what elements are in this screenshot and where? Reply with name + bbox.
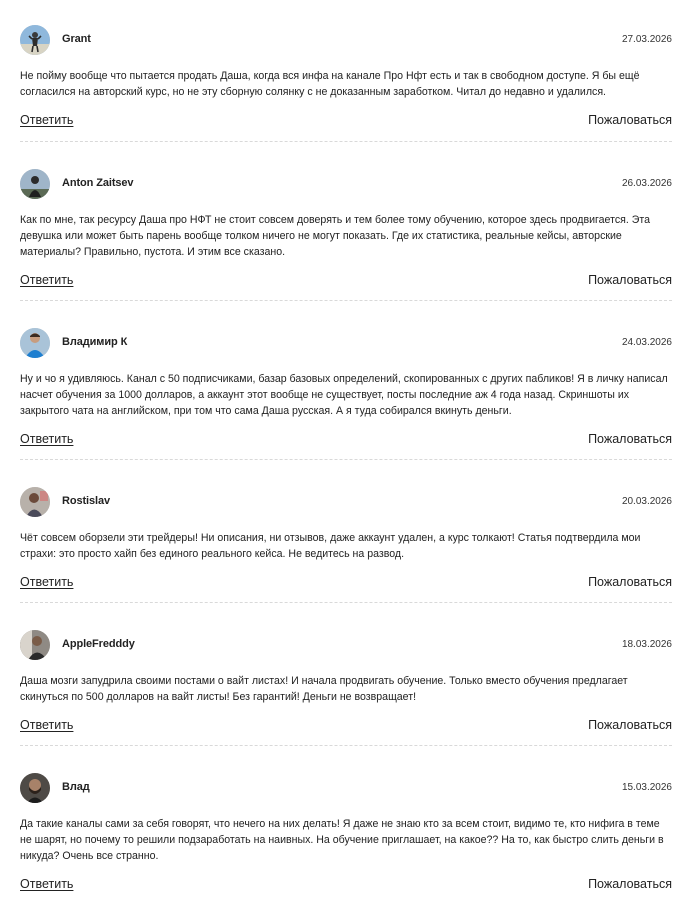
report-button[interactable]: Пожаловаться <box>588 575 672 589</box>
comment-actions: Ответить Пожаловаться <box>20 273 672 293</box>
divider <box>20 602 672 603</box>
comment-item: Влад 15.03.2026 Да такие каналы сами за … <box>20 773 672 891</box>
avatar[interactable] <box>20 328 50 358</box>
report-button[interactable]: Пожаловаться <box>588 432 672 446</box>
report-button[interactable]: Пожаловаться <box>588 273 672 287</box>
reply-button[interactable]: Ответить <box>20 575 73 589</box>
divider <box>20 459 672 460</box>
comment-header: Влад 15.03.2026 <box>20 773 672 807</box>
comment-author: Rostislav <box>62 495 111 507</box>
avatar[interactable] <box>20 487 50 517</box>
comment-text: Ну и чо я удивляюсь. Канал с 50 подписчи… <box>20 373 668 417</box>
reply-button[interactable]: Ответить <box>20 113 73 127</box>
avatar[interactable] <box>20 630 50 660</box>
reply-button[interactable]: Ответить <box>20 877 73 891</box>
divider <box>20 141 672 142</box>
divider <box>20 300 672 301</box>
comment-header: Grant 27.03.2026 <box>20 25 672 59</box>
comment-text: Как по мне, так ресурсу Даша про НФТ не … <box>20 214 650 258</box>
comment-author: Влад <box>62 781 90 793</box>
report-button[interactable]: Пожаловаться <box>588 113 672 127</box>
comment-item: Rostislav 20.03.2026 Чёт совсем оборзели… <box>20 487 672 603</box>
comment-author: Anton Zaitsev <box>62 177 134 189</box>
comment-actions: Ответить Пожаловаться <box>20 718 672 738</box>
avatar[interactable] <box>20 773 50 803</box>
user-avatar-icon <box>20 773 50 803</box>
comment-actions: Ответить Пожаловаться <box>20 432 672 452</box>
comment-actions: Ответить Пожаловаться <box>20 113 672 133</box>
user-avatar-icon <box>20 630 50 660</box>
comment-header: Владимир К 24.03.2026 <box>20 328 672 362</box>
user-avatar-icon <box>20 169 50 199</box>
comment-author: Grant <box>62 33 91 45</box>
comment-author: AppleFredddy <box>62 638 135 650</box>
comment-text: Чёт совсем оборзели эти трейдеры! Ни опи… <box>20 532 641 560</box>
reply-button[interactable]: Ответить <box>20 718 73 732</box>
comment-text: Да такие каналы сами за себя говорят, чт… <box>20 818 664 862</box>
avatar[interactable] <box>20 169 50 199</box>
comment-item: AppleFredddy 18.03.2026 Даша мозги запуд… <box>20 630 672 746</box>
comment-text: Не пойму вообще что пытается продать Даш… <box>20 70 640 98</box>
reply-button[interactable]: Ответить <box>20 273 73 287</box>
comment-item: Владимир К 24.03.2026 Ну и чо я удивляюс… <box>20 328 672 460</box>
comment-date: 27.03.2026 <box>621 34 672 45</box>
comment-date: 26.03.2026 <box>621 178 672 189</box>
comment-actions: Ответить Пожаловаться <box>20 575 672 595</box>
comment-header: AppleFredddy 18.03.2026 <box>20 630 672 664</box>
user-avatar-icon <box>20 328 50 358</box>
comment-author: Владимир К <box>62 336 128 348</box>
user-avatar-icon <box>20 487 50 517</box>
comment-item: Grant 27.03.2026 Не пойму вообще что пыт… <box>20 25 672 142</box>
comment-date: 24.03.2026 <box>621 337 672 348</box>
comment-date: 15.03.2026 <box>621 782 672 793</box>
user-avatar-icon <box>20 25 50 55</box>
comment-text: Даша мозги запудрила своими постами о ва… <box>20 675 628 703</box>
comment-actions: Ответить Пожаловаться <box>20 877 672 897</box>
divider <box>20 745 672 746</box>
report-button[interactable]: Пожаловаться <box>588 877 672 891</box>
comment-header: Anton Zaitsev 26.03.2026 <box>20 169 672 203</box>
comment-date: 20.03.2026 <box>621 496 672 507</box>
reply-button[interactable]: Ответить <box>20 432 73 446</box>
comment-item: Anton Zaitsev 26.03.2026 Как по мне, так… <box>20 169 672 301</box>
comment-header: Rostislav 20.03.2026 <box>20 487 672 521</box>
report-button[interactable]: Пожаловаться <box>588 718 672 732</box>
avatar[interactable] <box>20 25 50 55</box>
comment-date: 18.03.2026 <box>621 639 672 650</box>
